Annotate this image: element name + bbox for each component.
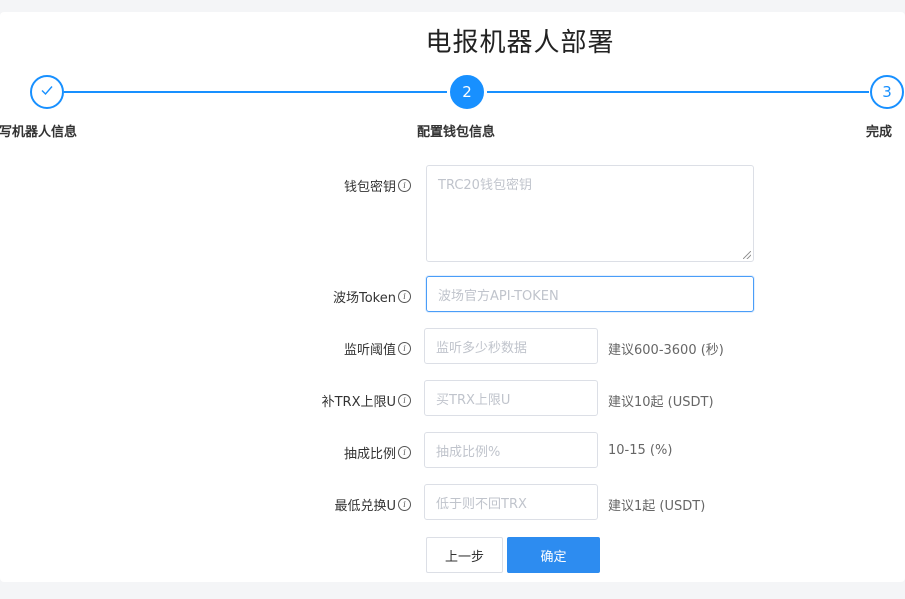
- step-1-circle: [30, 75, 64, 109]
- wallet-key-label: 钱包密钥 i: [344, 176, 411, 195]
- tron-token-label: 波场Token i: [333, 287, 411, 306]
- wallet-key-textarea[interactable]: TRC20钱包密钥: [426, 165, 754, 262]
- step-connector-2: [487, 91, 869, 93]
- confirm-button[interactable]: 确定: [507, 537, 600, 573]
- step-3-label: 完成: [866, 125, 893, 140]
- commission-hint: 10-15 (%): [608, 443, 673, 458]
- info-icon[interactable]: i: [398, 394, 411, 407]
- info-icon[interactable]: i: [398, 342, 411, 355]
- prev-step-button[interactable]: 上一步: [426, 537, 503, 573]
- step-2-number: 2: [462, 83, 472, 101]
- step-connector-1: [64, 91, 447, 93]
- info-icon[interactable]: i: [398, 498, 411, 511]
- step-1-label: 填写机器人信息: [0, 125, 78, 140]
- trx-limit-hint: 建议10起 (USDT): [608, 395, 714, 410]
- info-icon[interactable]: i: [398, 290, 411, 303]
- tron-token-input[interactable]: 波场官方API-TOKEN: [426, 276, 754, 312]
- steps-progress: 2 3 填写机器人信息 配置钱包信息 完成: [0, 0, 905, 150]
- commission-label: 抽成比例 i: [344, 443, 411, 462]
- listen-threshold-hint: 建议600-3600 (秒): [608, 343, 724, 358]
- info-icon[interactable]: i: [398, 446, 411, 459]
- check-icon: [40, 83, 54, 101]
- trx-limit-input[interactable]: 买TRX上限U: [424, 380, 598, 416]
- step-3-circle: 3: [870, 75, 904, 109]
- min-exchange-hint: 建议1起 (USDT): [608, 499, 706, 514]
- resize-handle-icon[interactable]: [743, 251, 751, 259]
- min-exchange-input[interactable]: 低于则不回TRX: [424, 484, 598, 520]
- trx-limit-label: 补TRX上限U i: [322, 391, 411, 410]
- step-2-circle: 2: [450, 75, 484, 109]
- listen-threshold-label: 监听阈值 i: [344, 339, 411, 358]
- min-exchange-label: 最低兑换U i: [334, 495, 411, 514]
- info-icon[interactable]: i: [398, 179, 411, 192]
- step-2-label: 配置钱包信息: [417, 125, 496, 140]
- listen-threshold-input[interactable]: 监听多少秒数据: [424, 328, 598, 364]
- commission-input[interactable]: 抽成比例%: [424, 432, 598, 468]
- step-3-number: 3: [882, 83, 892, 101]
